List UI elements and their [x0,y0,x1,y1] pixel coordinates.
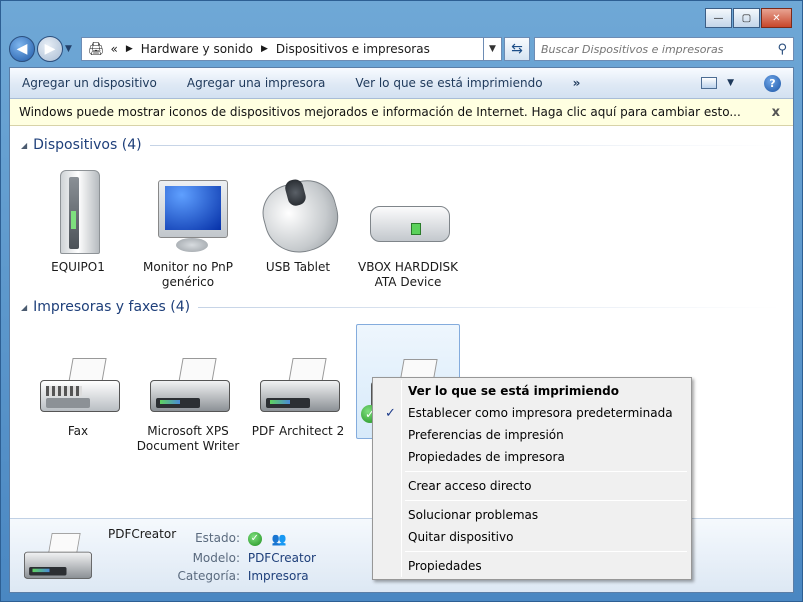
printer-icon [246,324,350,424]
minimize-button[interactable]: — [705,8,732,28]
menu-item-troubleshoot[interactable]: Solucionar problemas [375,504,689,526]
device-item[interactable]: VBOX HARDDISK ATA Device [356,160,460,290]
menu-item-see-printing[interactable]: Ver lo que se está imprimiendo [375,380,689,402]
group-divider [198,306,781,308]
add-printer-button[interactable]: Agregar una impresora [187,76,326,90]
group-divider [149,144,781,146]
printer-label: PDF Architect 2 [251,424,345,438]
menu-separator [405,471,687,472]
control-panel-icon: 🖨 [88,41,105,57]
address-dropdown-icon[interactable]: ▼ [484,37,502,61]
device-label: EQUIPO1 [51,260,105,274]
computer-icon [26,160,130,260]
change-view-icon[interactable] [701,77,718,89]
search-box: ⚲ [534,37,794,61]
details-device-name: PDFCreator [108,527,177,541]
chevron-right-icon[interactable]: « [111,42,118,56]
menu-item-label: Establecer como impresora predeterminada [408,406,673,420]
information-bar[interactable]: Windows puede mostrar iconos de disposit… [10,99,793,126]
details-status-row: Estado: ✓ 👥 [170,531,287,546]
device-label: USB Tablet [265,260,331,274]
infobar-close-icon[interactable]: x [772,105,780,120]
maximize-button[interactable]: ▢ [733,8,760,28]
checkmark-icon: ✓ [385,405,396,421]
fax-icon [26,324,130,424]
refresh-button[interactable]: ⇆ [504,37,530,61]
see-printing-button[interactable]: Ver lo que se está imprimiendo [355,76,542,90]
model-value: PDFCreator [247,551,316,565]
menu-separator [405,551,687,552]
device-label: Monitor no PnP genérico [142,260,234,289]
add-device-button[interactable]: Agregar un dispositivo [22,76,157,90]
printer-label: Fax [67,424,89,438]
menu-item-print-preferences[interactable]: Preferencias de impresión [375,424,689,446]
back-button[interactable]: ◀ [9,36,35,62]
menu-separator [405,500,687,501]
printers-group-header[interactable]: ◢ Impresoras y faxes (4) [10,299,793,315]
context-menu: Ver lo que se está imprimiendo ✓ Estable… [372,377,692,580]
shared-users-icon: 👥 [271,531,287,546]
category-label: Categoría: [177,569,240,583]
device-item[interactable]: Monitor no PnP genérico [136,160,240,290]
printer-label: Microsoft XPS Document Writer [136,424,240,453]
collapse-triangle-icon[interactable]: ◢ [21,303,27,312]
breadcrumb-devices-printers[interactable]: Dispositivos e impresoras [276,42,430,56]
search-icon[interactable]: ⚲ [777,42,787,57]
menu-item-create-shortcut[interactable]: Crear acceso directo [375,475,689,497]
recent-pages-dropdown-icon[interactable]: ▼ [65,44,77,54]
menu-item-properties[interactable]: Propiedades [375,555,689,577]
printer-item[interactable]: Fax [26,324,130,439]
mouse-icon [246,160,350,261]
search-input[interactable] [541,42,778,56]
printers-group-title: Impresoras y faxes (4) [33,299,191,315]
printer-item[interactable]: PDF Architect 2 [246,324,350,439]
status-label: Estado: [195,531,240,545]
command-bar: Agregar un dispositivo Agregar una impre… [10,68,793,99]
printer-item[interactable]: Microsoft XPS Document Writer [136,324,240,454]
address-bar[interactable]: 🖨 « ▶ Hardware y sonido ▶ Dispositivos e… [81,37,484,61]
help-icon[interactable]: ? [764,74,781,92]
category-value: Impresora [247,569,309,583]
menu-item-remove-device[interactable]: Quitar dispositivo [375,526,689,548]
breadcrumb-hardware[interactable]: Hardware y sonido [141,42,253,56]
breadcrumb-separator-icon: ▶ [260,44,268,54]
details-model-row: Modelo: PDFCreator [170,551,316,565]
more-commands-button[interactable]: » [573,76,581,90]
details-category-row: Categoría: Impresora [170,569,309,583]
collapse-triangle-icon[interactable]: ◢ [21,141,27,150]
device-item[interactable]: EQUIPO1 [26,160,130,275]
infobar-text[interactable]: Windows puede mostrar iconos de disposit… [19,105,741,119]
navigation-bar: ◀ ▶ ▼ 🖨 « ▶ Hardware y sonido ▶ Disposit… [9,33,794,65]
devices-group-title: Dispositivos (4) [33,137,142,153]
close-button[interactable]: ✕ [761,8,792,28]
menu-item-printer-properties[interactable]: Propiedades de impresora [375,446,689,468]
menu-item-set-default[interactable]: ✓ Establecer como impresora predetermina… [375,402,689,424]
devices-group-header[interactable]: ◢ Dispositivos (4) [10,137,793,153]
device-item[interactable]: USB Tablet [246,160,350,275]
status-ok-icon: ✓ [247,531,262,546]
model-label: Modelo: [192,551,240,565]
printer-icon [24,533,92,581]
view-options-dropdown-icon[interactable]: ▼ [727,78,734,88]
forward-button[interactable]: ▶ [37,36,63,62]
harddisk-icon [356,160,460,260]
breadcrumb-separator-icon: ▶ [125,44,133,54]
window-frame: — ▢ ✕ ◀ ▶ ▼ 🖨 « ▶ Hardware y sonido ▶ Di… [0,0,803,602]
printer-icon [136,324,240,424]
caption-buttons: — ▢ ✕ [705,8,792,28]
monitor-icon [136,160,240,260]
device-label: VBOX HARDDISK ATA Device [357,260,459,289]
